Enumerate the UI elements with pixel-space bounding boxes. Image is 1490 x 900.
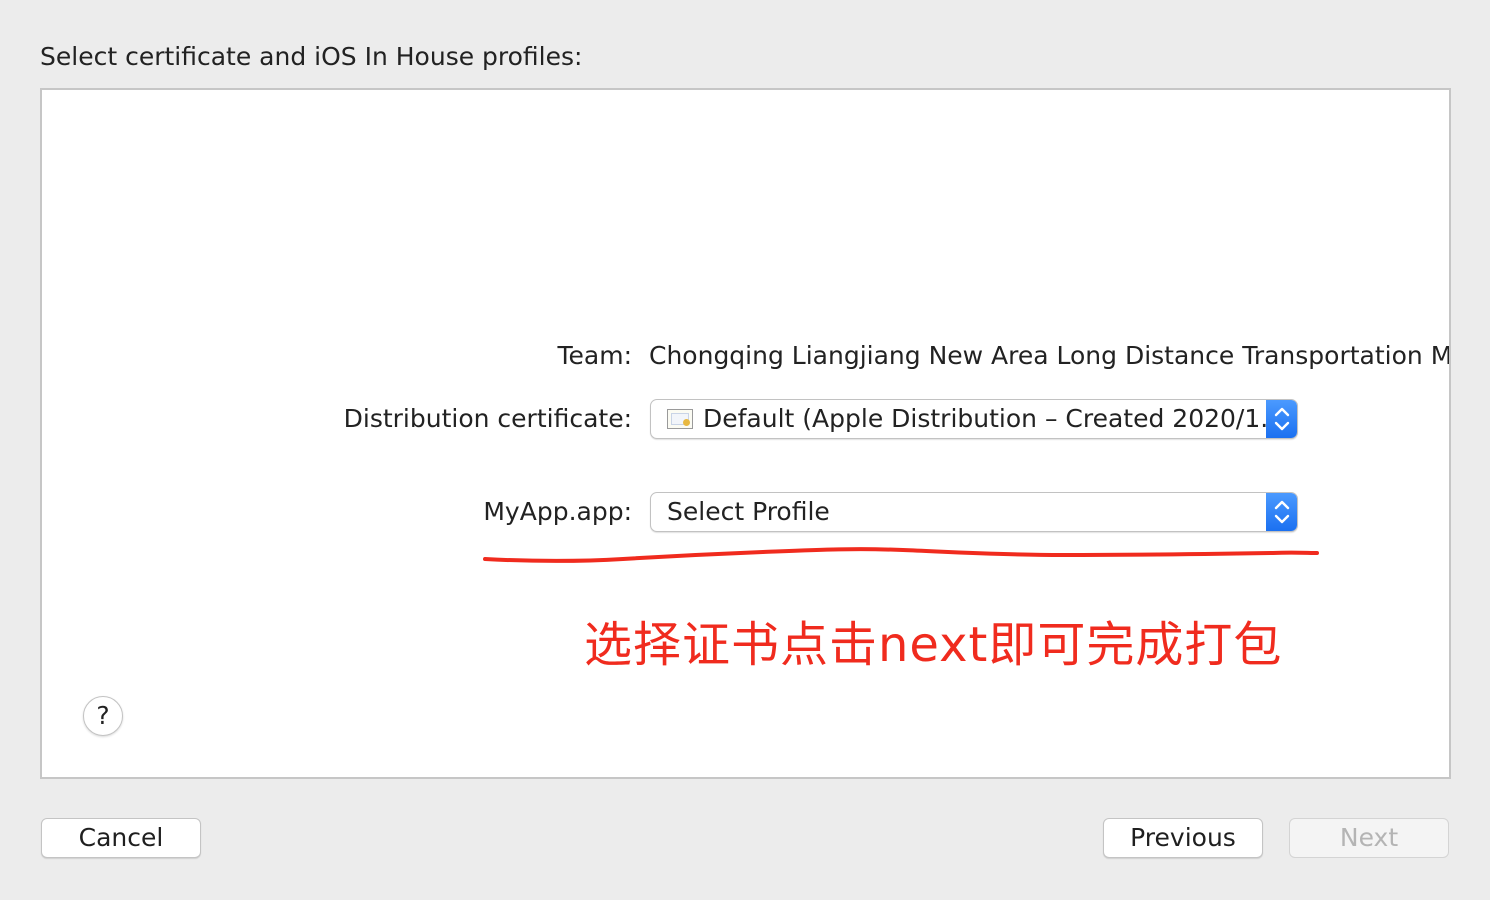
annotation-underline [483, 547, 1319, 563]
app-profile-value: Select Profile [667, 497, 830, 526]
next-button[interactable]: Next [1289, 818, 1449, 858]
distribution-certificate-label: Distribution certificate: [343, 404, 632, 433]
annotation-text: 选择证书点击next即可完成打包 [584, 617, 1283, 673]
previous-button[interactable]: Previous [1103, 818, 1263, 858]
distribution-certificate-popup[interactable]: Default (Apple Distribution – Created 20… [650, 399, 1298, 439]
page-title: Select certificate and iOS In House prof… [40, 42, 583, 71]
help-button[interactable]: ? [83, 696, 123, 736]
distribution-certificate-value: Default (Apple Distribution – Created 20… [703, 404, 1285, 433]
team-label: Team: [557, 341, 633, 370]
settings-panel: Team: Chongqing Liangjiang New Area Long… [40, 88, 1451, 779]
cancel-button[interactable]: Cancel [41, 818, 201, 858]
popup-stepper-icon [1266, 493, 1297, 531]
popup-stepper-icon [1266, 400, 1297, 438]
app-profile-label: MyApp.app: [483, 497, 632, 526]
team-value: Chongqing Liangjiang New Area Long Dista… [649, 341, 1451, 370]
certificate-icon [667, 409, 693, 429]
app-profile-popup[interactable]: Select Profile [650, 492, 1298, 532]
